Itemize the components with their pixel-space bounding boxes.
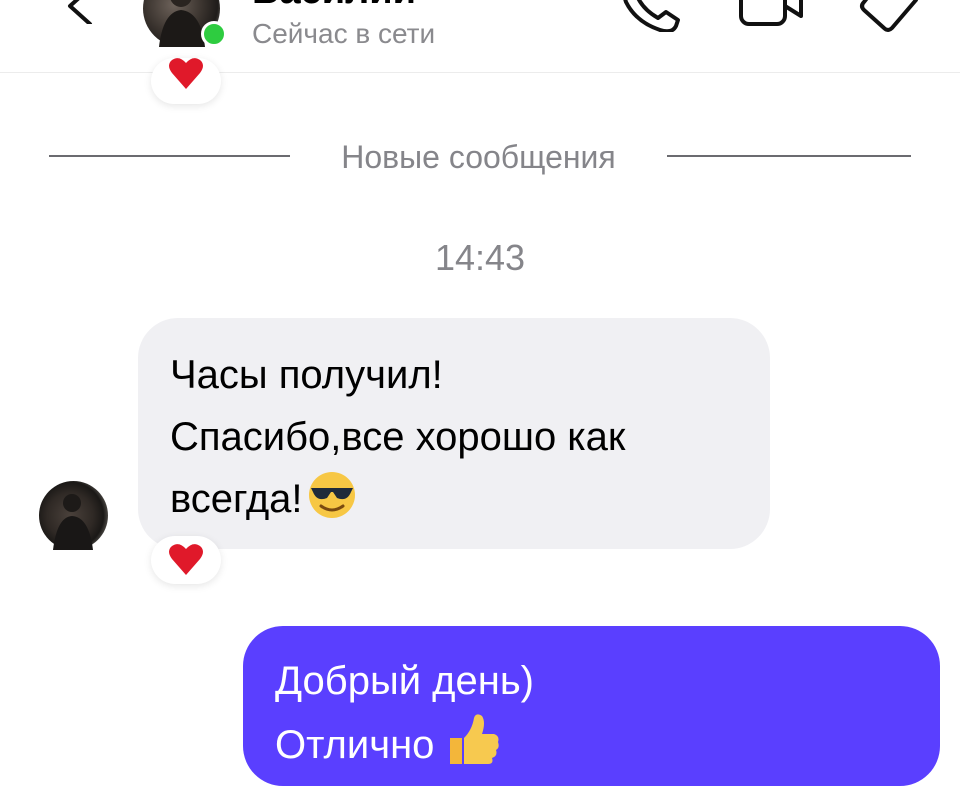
incoming-message-bubble[interactable]: Часы получил! Спасибо,все хорошо как все… [138,318,770,549]
contact-status: Сейчас в сети [252,18,436,49]
chat-header: Василий Сейчас в сети [0,0,960,73]
phone-icon[interactable] [620,0,682,32]
outgoing-message-bubble[interactable]: Добрый день) Отлично [243,626,940,786]
back-chevron-icon[interactable] [58,0,98,24]
sender-avatar[interactable] [39,481,108,550]
sunglasses-emoji-icon [308,472,355,518]
message-text-line: Часы получил! [170,353,443,397]
video-camera-icon[interactable] [738,0,804,32]
message-text-fragment: Отлично [275,723,435,767]
thumbs-up-emoji-icon [450,714,500,764]
divider-line [667,155,911,157]
message-reaction[interactable] [151,58,221,104]
message-timestamp: 14:43 [434,237,526,278]
tag-icon[interactable] [858,0,922,32]
message-text-line: Отлично [275,712,910,776]
heart-icon [169,58,203,89]
message-text-fragment: всегда! [170,477,303,521]
message-text-line: Спасибо,все хорошо как [170,415,626,459]
new-messages-divider: Новые сообщения [341,139,616,175]
message-reaction[interactable] [151,536,221,584]
heart-icon [169,544,203,575]
contact-name[interactable]: Василий [252,0,416,10]
message-text-line: всегда! [170,468,740,530]
online-status-dot [201,21,227,47]
message-text-line: Добрый день) [275,659,534,703]
divider-line [49,155,290,157]
